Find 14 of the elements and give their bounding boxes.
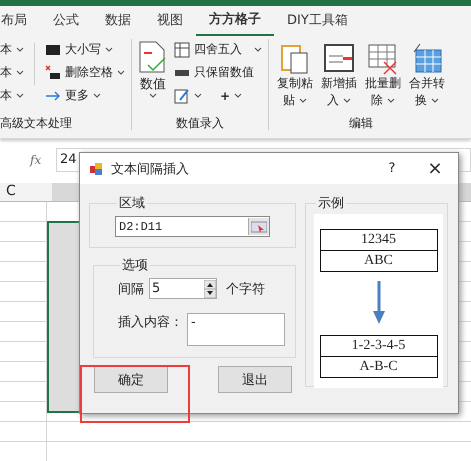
dialog-title: 文本间隔插入 [111, 160, 190, 178]
group-label: 高级文本处理 [0, 115, 73, 132]
example-cell-text: 12345 [360, 231, 397, 249]
interval-label: 间隔 [118, 280, 144, 298]
example-cell-text: 1-2-3-4-5 [350, 337, 406, 355]
group-label: 编辑 [348, 115, 374, 132]
group-title: 选项 [121, 257, 149, 274]
insert-label: 插入内容： [118, 314, 183, 331]
example-cell: A-B-C [320, 356, 436, 377]
group-title: 区域 [118, 195, 146, 212]
example-cell: ABC [320, 250, 436, 271]
unit-label: 个字符 [226, 280, 265, 298]
group-label: 数值录入 [175, 115, 225, 132]
group-title: 示例 [317, 195, 345, 212]
